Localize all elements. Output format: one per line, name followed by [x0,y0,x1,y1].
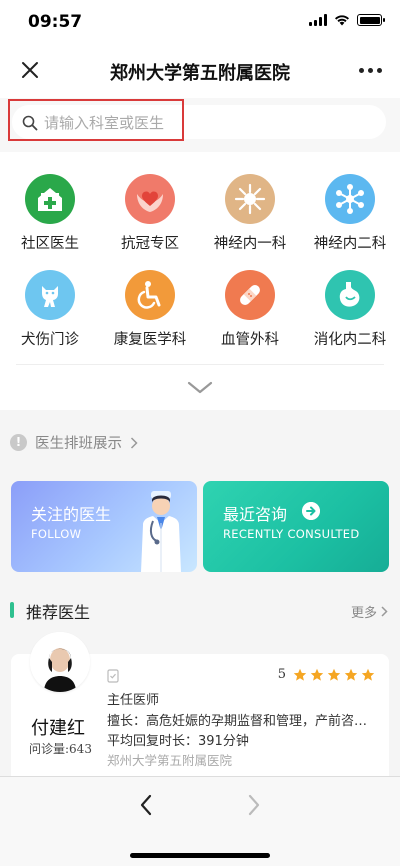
card-title: 关注的医生 [31,505,112,524]
more-options-icon[interactable] [359,68,382,73]
card-subtitle: FOLLOW [31,527,82,541]
doctor-name: 付建红 [31,718,85,739]
doctor-schedule-link[interactable]: ! 医生排班展示 [10,432,138,453]
close-icon[interactable] [18,58,42,82]
dept-label: 神经内一科 [213,236,287,252]
recent-consults-card[interactable]: 最近咨询 RECENTLY CONSULTED [203,481,389,572]
followed-doctors-card[interactable]: 关注的医生 FOLLOW [11,481,197,572]
doctor-illustration [141,491,181,572]
search-placeholder: 请输入科室或医生 [44,114,165,132]
dept-neurology-2[interactable]: 神经内二科 [300,174,400,253]
dept-label: 血管外科 [221,332,279,348]
dept-rehabilitation[interactable]: 康复医学科 [100,270,200,349]
department-grid: 社区医生 抗冠专区 神经内一科 神经内二科 犬伤门诊 康复医学科 血管外科 消化… [0,152,400,410]
signal-icon [309,14,327,26]
dept-gastroenterology-2[interactable]: 消化内二科 [300,270,400,349]
star-icon [293,668,307,681]
doctor-rating: 5 [278,667,375,682]
dept-vascular-surgery[interactable]: 血管外科 [200,270,300,349]
dept-label: 神经内二科 [313,236,387,252]
doctor-title: 主任医师 [107,693,160,708]
dept-label: 消化内二科 [313,332,387,348]
back-icon[interactable] [139,794,153,816]
star-icon [344,668,358,681]
more-link[interactable]: 更多 [351,602,388,621]
average-reply-time: 平均回复时长：391分钟 [107,734,249,749]
doctor-card[interactable]: 付建红 问诊量:643 5 主任医师 擅长：高危妊娠的孕期监督和管理，产前咨询及… [11,632,389,780]
nav-bar: 郑州大学第五附属医院 [0,44,400,98]
search-icon [22,115,38,131]
star-icon [327,668,341,681]
status-time: 09:57 [28,12,83,32]
neuron-icon [225,174,275,224]
network-icon [325,174,375,224]
arrow-right-circle-icon [302,502,320,520]
stomach-icon [325,270,375,320]
status-bar: 09:57 [0,0,400,44]
avatar [30,632,90,692]
dept-label: 康复医学科 [113,332,187,348]
card-title: 最近咨询 [223,505,288,524]
chevron-right-icon [381,606,388,617]
browser-toolbar [0,776,400,866]
section-accent-bar [10,602,14,618]
dept-neurology-1[interactable]: 神经内一科 [200,174,300,253]
rating-number: 5 [277,667,286,682]
more-label: 更多 [350,606,377,621]
battery-icon [357,14,385,26]
page-title: 郑州大学第五附属医院 [110,63,290,84]
star-icon [310,668,324,681]
search-area: 请输入科室或医生 [0,98,400,152]
star-icon [361,668,375,681]
dog-icon [25,270,75,320]
divider [16,364,384,365]
card-subtitle: RECENTLY CONSULTED [223,527,360,541]
wheelchair-icon [125,270,175,320]
wifi-icon [335,15,349,26]
heart-hands-icon [125,174,175,224]
dept-dog-bite-clinic[interactable]: 犬伤门诊 [0,270,100,349]
doctor-specialty: 擅长：高危妊娠的孕期监督和管理，产前咨询及产前诊断 [107,714,375,729]
dept-community-doctor[interactable]: 社区医生 [0,174,100,253]
chevron-down-icon[interactable] [186,380,214,396]
status-icons [309,14,385,26]
consult-count: 问诊量:643 [29,742,92,756]
chevron-right-icon [130,436,138,449]
certificate-icon [107,669,119,683]
doctor-hospital: 郑州大学第五附属医院 [107,753,233,768]
info-icon: ! [10,434,27,451]
dept-label: 社区医生 [21,236,79,252]
community-hospital-icon [25,174,75,224]
dept-covid-zone[interactable]: 抗冠专区 [100,174,200,253]
schedule-label: 医生排班展示 [35,436,122,452]
forward-icon[interactable] [247,794,261,816]
recommended-header: 推荐医生 更多 [0,598,400,622]
dept-label: 犬伤门诊 [21,332,79,348]
bandage-icon [225,270,275,320]
dept-label: 抗冠专区 [121,236,179,252]
home-indicator [130,853,270,858]
section-title: 推荐医生 [26,603,91,622]
